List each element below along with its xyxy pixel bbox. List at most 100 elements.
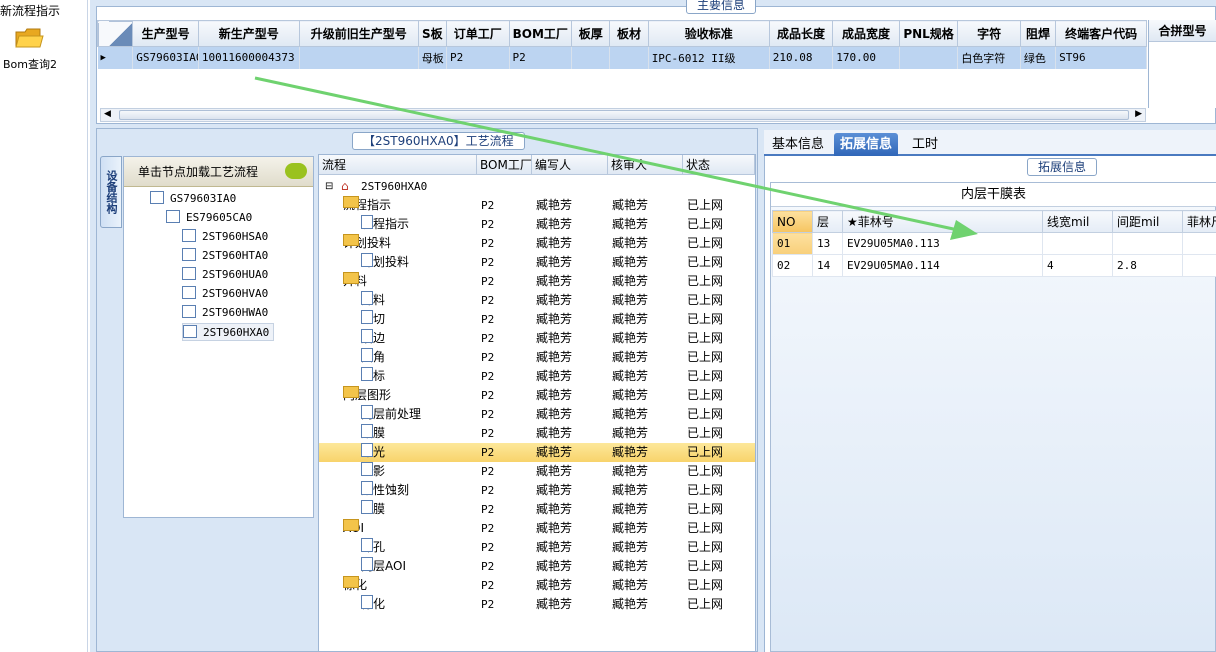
tree-node[interactable]: ES79605CA0 [166, 209, 252, 227]
film-cell[interactable]: EV29U05MA0.113 [842, 232, 1043, 255]
flow-row[interactable]: 裁切 P2 臧艳芳 臧艳芳 已上网 [319, 310, 755, 329]
film-cell[interactable]: 01 [772, 232, 813, 255]
film-col-header[interactable]: 间距mil [1112, 210, 1183, 233]
main-cell[interactable]: 母板 [418, 46, 447, 69]
col-reviewer[interactable]: 核审人 [608, 155, 683, 175]
tree-node[interactable]: 2ST960HUA0 [182, 266, 268, 284]
flow-row[interactable]: 内层前处理 P2 臧艳芳 臧艳芳 已上网 [319, 405, 755, 424]
film-col-header[interactable]: 层 [812, 210, 843, 233]
main-cell[interactable] [609, 46, 649, 69]
film-col-header[interactable]: NO [772, 210, 813, 233]
film-cell[interactable]: 4 [1042, 254, 1113, 277]
flow-row[interactable]: 磨边 P2 臧艳芳 臧艳芳 已上网 [319, 329, 755, 348]
film-cell[interactable]: 14 [812, 254, 843, 277]
flow-row[interactable]: 退膜 P2 臧艳芳 臧艳芳 已上网 [319, 500, 755, 519]
flow-factory: P2 [481, 294, 495, 307]
main-col-header[interactable]: 成品长度 [768, 20, 834, 47]
main-cell[interactable] [899, 46, 959, 69]
main-col-header[interactable]: S板 [417, 20, 447, 47]
col-writer[interactable]: 编写人 [532, 155, 608, 175]
flow-row[interactable]: 棕化 P2 臧艳芳 臧艳芳 已上网 [319, 595, 755, 614]
tab-work-hours[interactable]: 工时 [906, 133, 944, 156]
film-cell[interactable] [1042, 232, 1113, 255]
folder-open-icon[interactable] [14, 26, 44, 50]
main-cell[interactable]: 绿色 [1020, 46, 1057, 69]
flow-row[interactable]: 冲孔 P2 臧艳芳 臧艳芳 已上网 [319, 538, 755, 557]
row-indicator[interactable]: ▶ [97, 46, 134, 69]
main-cell[interactable]: IPC-6012 II级 [648, 46, 770, 69]
main-col-header[interactable]: 验收标准 [647, 20, 770, 47]
flow-row[interactable]: 贴膜 P2 臧艳芳 臧艳芳 已上网 [319, 424, 755, 443]
film-cell[interactable]: 02 [772, 254, 813, 277]
main-col-header[interactable]: 成品宽度 [832, 20, 900, 47]
device-structure-tab[interactable]: 设备结构 [100, 156, 122, 228]
flow-root[interactable]: ⊟ ⌂ 2ST960HXA0 [319, 177, 755, 196]
flow-row[interactable]: 显影 P2 臧艳芳 臧艳芳 已上网 [319, 462, 755, 481]
flow-row[interactable]: 开料 P2 臧艳芳 臧艳芳 已上网 [319, 272, 755, 291]
flow-row[interactable]: 曝光 P2 臧艳芳 臧艳芳 已上网 [319, 443, 755, 462]
film-cell[interactable]: EV29U05MA0.114 [842, 254, 1043, 277]
main-cell[interactable]: 白色字符 [957, 46, 1021, 69]
flow-row[interactable]: 流程指示 P2 臧艳芳 臧艳芳 已上网 [319, 215, 755, 234]
flow-row[interactable]: 内层图形 P2 臧艳芳 臧艳芳 已上网 [319, 386, 755, 405]
tree-node[interactable]: 2ST960HTA0 [182, 247, 268, 265]
main-col-header[interactable]: 终端客户代码 [1055, 20, 1147, 47]
flow-row[interactable]: 圆角 P2 臧艳芳 臧艳芳 已上网 [319, 348, 755, 367]
main-cell[interactable]: P2 [446, 46, 510, 69]
scroll-right-icon[interactable]: ▶ [1135, 109, 1142, 119]
flow-row[interactable]: 开料 P2 臧艳芳 臧艳芳 已上网 [319, 291, 755, 310]
flow-row[interactable]: 棕化 P2 臧艳芳 臧艳芳 已上网 [319, 576, 755, 595]
main-cell[interactable]: GS79603IA0 [132, 46, 199, 69]
flow-row[interactable]: 流程指示 P2 臧艳芳 臧艳芳 已上网 [319, 196, 755, 215]
tree-node[interactable]: 2ST960HXA0 [182, 323, 275, 341]
main-col-header[interactable]: 升级前旧生产型号 [298, 20, 419, 47]
main-cell[interactable]: 210.08 [769, 46, 834, 69]
flow-row[interactable]: 计划投料 P2 臧艳芳 臧艳芳 已上网 [319, 234, 755, 253]
main-col-header[interactable]: 字符 [957, 20, 1021, 47]
film-col-header[interactable]: ★菲林号 [842, 210, 1043, 233]
flow-row[interactable]: 酸性蚀刻 P2 臧艳芳 臧艳芳 已上网 [319, 481, 755, 500]
flow-row[interactable]: 计划投料 P2 臧艳芳 臧艳芳 已上网 [319, 253, 755, 272]
film-col-header[interactable]: 菲林尺 [1182, 210, 1216, 233]
flow-row[interactable]: AOI P2 臧艳芳 臧艳芳 已上网 [319, 519, 755, 538]
scroll-left-icon[interactable]: ◀ [104, 109, 111, 119]
tab-basic-info[interactable]: 基本信息 [766, 133, 830, 156]
main-col-header[interactable]: PNL规格 [898, 20, 959, 47]
film-cell[interactable]: 2.8 [1112, 254, 1183, 277]
tree-node[interactable]: GS79603IA0 [150, 190, 236, 208]
film-row[interactable]: 01 13 EV29U05MA0.113 [772, 232, 1216, 255]
film-cell[interactable] [1182, 254, 1216, 277]
document-icon [361, 291, 373, 305]
main-cell[interactable] [571, 46, 611, 69]
main-col-header[interactable]: 新生产型号 [197, 20, 300, 47]
film-cell[interactable] [1112, 232, 1183, 255]
main-col-header[interactable]: 阻焊 [1019, 20, 1057, 47]
tree-node[interactable]: 2ST960HSA0 [182, 228, 268, 246]
main-col-header[interactable]: 生产型号 [132, 20, 199, 47]
col-flow[interactable]: 流程 [319, 155, 477, 175]
main-col-header[interactable]: BOM工厂 [508, 20, 573, 47]
flow-row[interactable]: 打标 P2 臧艳芳 臧艳芳 已上网 [319, 367, 755, 386]
film-col-header[interactable]: 线宽mil [1042, 210, 1113, 233]
main-col-header[interactable]: 订单工厂 [445, 20, 510, 47]
col-status[interactable]: 状态 [683, 155, 755, 175]
main-cell[interactable]: ST96 [1055, 46, 1147, 69]
main-cell[interactable] [299, 46, 419, 69]
main-col-header[interactable]: 板材 [609, 20, 649, 47]
main-grid-hscrollbar[interactable]: ◀ ▶ [100, 108, 1146, 122]
flow-row[interactable]: 内层AOI P2 臧艳芳 臧艳芳 已上网 [319, 557, 755, 576]
tree-node[interactable]: 2ST960HVA0 [182, 285, 268, 303]
main-cell[interactable]: 10011600004373 [198, 46, 300, 69]
film-row[interactable]: 02 14 EV29U05MA0.114 4 2.8 [772, 254, 1216, 277]
film-cell[interactable]: 13 [812, 232, 843, 255]
main-col-header[interactable]: 板厚 [571, 20, 611, 47]
bom-query-item[interactable]: Bom查询2 [0, 56, 60, 72]
tree-node[interactable]: 2ST960HWA0 [182, 304, 268, 322]
main-cell[interactable]: P2 [509, 46, 573, 69]
col-bom-factory[interactable]: BOM工厂 [477, 155, 532, 175]
tab-extended-info[interactable]: 拓展信息 [834, 133, 899, 156]
flow-factory: P2 [481, 237, 495, 250]
collapse-icon[interactable]: ⊟ [325, 177, 333, 196]
film-cell[interactable] [1182, 232, 1216, 255]
main-cell[interactable]: 170.00 [832, 46, 900, 69]
